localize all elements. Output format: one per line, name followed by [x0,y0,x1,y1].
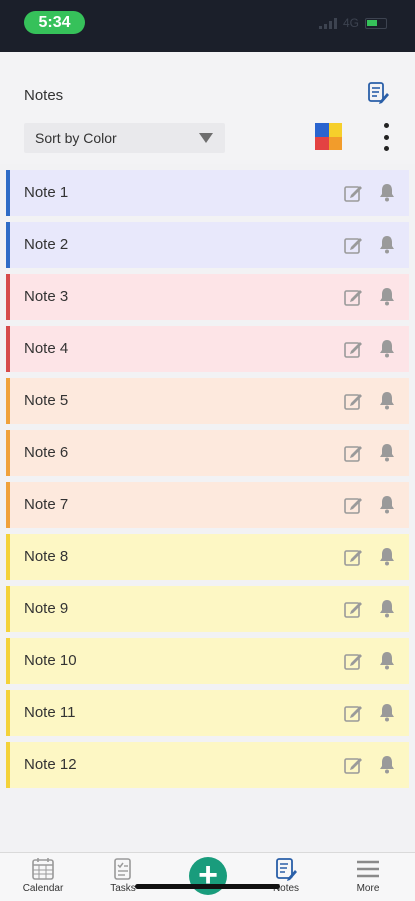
note-row[interactable]: Note 10 [6,638,409,684]
note-title: Note 9 [24,600,69,617]
sort-dropdown[interactable]: Sort by Color [24,123,225,153]
edit-icon[interactable] [344,444,362,462]
note-row[interactable]: Note 6 [6,430,409,476]
edit-icon[interactable] [344,236,362,254]
calendar-icon [32,858,54,880]
bell-icon[interactable] [378,287,396,306]
add-note-button[interactable]: + [189,857,227,895]
edit-icon[interactable] [344,548,362,566]
bell-icon[interactable] [378,339,396,358]
note-row[interactable]: Note 1 [6,170,409,216]
note-title: Note 1 [24,184,69,201]
bell-icon[interactable] [378,599,396,618]
note-title: Note 11 [24,704,76,721]
more-vertical-icon[interactable] [380,123,392,151]
menu-icon [357,860,379,878]
note-row[interactable]: Note 11 [6,690,409,736]
tab-more-label: More [356,883,380,894]
tasks-icon [114,858,131,880]
edit-icon[interactable] [344,340,362,358]
note-row[interactable]: Note 4 [6,326,409,372]
note-title: Note 7 [24,496,69,513]
signal-icon [318,17,337,29]
color-grid-icon[interactable] [315,123,342,150]
note-title: Note 12 [24,756,77,773]
note-title: Note 8 [24,548,69,565]
bell-icon[interactable] [378,703,396,722]
battery-icon [365,17,387,29]
note-row[interactable]: Note 5 [6,378,409,424]
edit-icon[interactable] [344,600,362,618]
note-row[interactable]: Note 7 [6,482,409,528]
edit-icon[interactable] [344,496,362,514]
edit-icon[interactable] [344,652,362,670]
note-row[interactable]: Note 9 [6,586,409,632]
bell-icon[interactable] [378,183,396,202]
status-indicators: 4G [318,16,387,30]
bell-icon[interactable] [378,235,396,254]
note-edit-icon[interactable] [367,81,389,105]
notes-header: Notes Sort by Color [0,52,415,164]
notes-list: Note 1 Note 2 Note 3 Note 4 Note 5 Note 6 Note… [6,170,409,794]
time-display: 5:34 [24,11,85,34]
bell-icon[interactable] [378,495,396,514]
tab-calendar-label: Calendar [22,883,64,894]
page-title: Notes [24,87,64,104]
note-row[interactable]: Note 12 [6,742,409,788]
bell-icon[interactable] [378,547,396,566]
tab-calendar[interactable]: Calendar [13,857,73,894]
edit-icon[interactable] [344,704,362,722]
note-title: Note 3 [24,288,69,305]
note-title: Note 10 [24,652,77,669]
edit-icon[interactable] [344,288,362,306]
edit-icon[interactable] [344,756,362,774]
network-label: 4G [342,16,359,30]
bell-icon[interactable] [378,755,396,774]
note-title: Note 4 [24,340,69,357]
note-row[interactable]: Note 3 [6,274,409,320]
bell-icon[interactable] [378,391,396,410]
home-indicator [135,884,280,889]
notes-icon [276,858,297,881]
bell-icon[interactable] [378,651,396,670]
note-row[interactable]: Note 8 [6,534,409,580]
edit-icon[interactable] [344,392,362,410]
chevron-down-icon [199,133,213,143]
note-title: Note 2 [24,236,69,253]
status-bar: 5:34 4G [0,0,415,52]
edit-icon[interactable] [344,184,362,202]
tab-more[interactable]: More [338,857,398,894]
tab-tasks-label: Tasks [110,883,136,894]
note-row[interactable]: Note 2 [6,222,409,268]
bell-icon[interactable] [378,443,396,462]
note-title: Note 6 [24,444,69,461]
sort-dropdown-label: Sort by Color [35,130,117,146]
bottom-nav: Calendar Tasks + Notes More [0,852,415,901]
note-title: Note 5 [24,392,69,409]
